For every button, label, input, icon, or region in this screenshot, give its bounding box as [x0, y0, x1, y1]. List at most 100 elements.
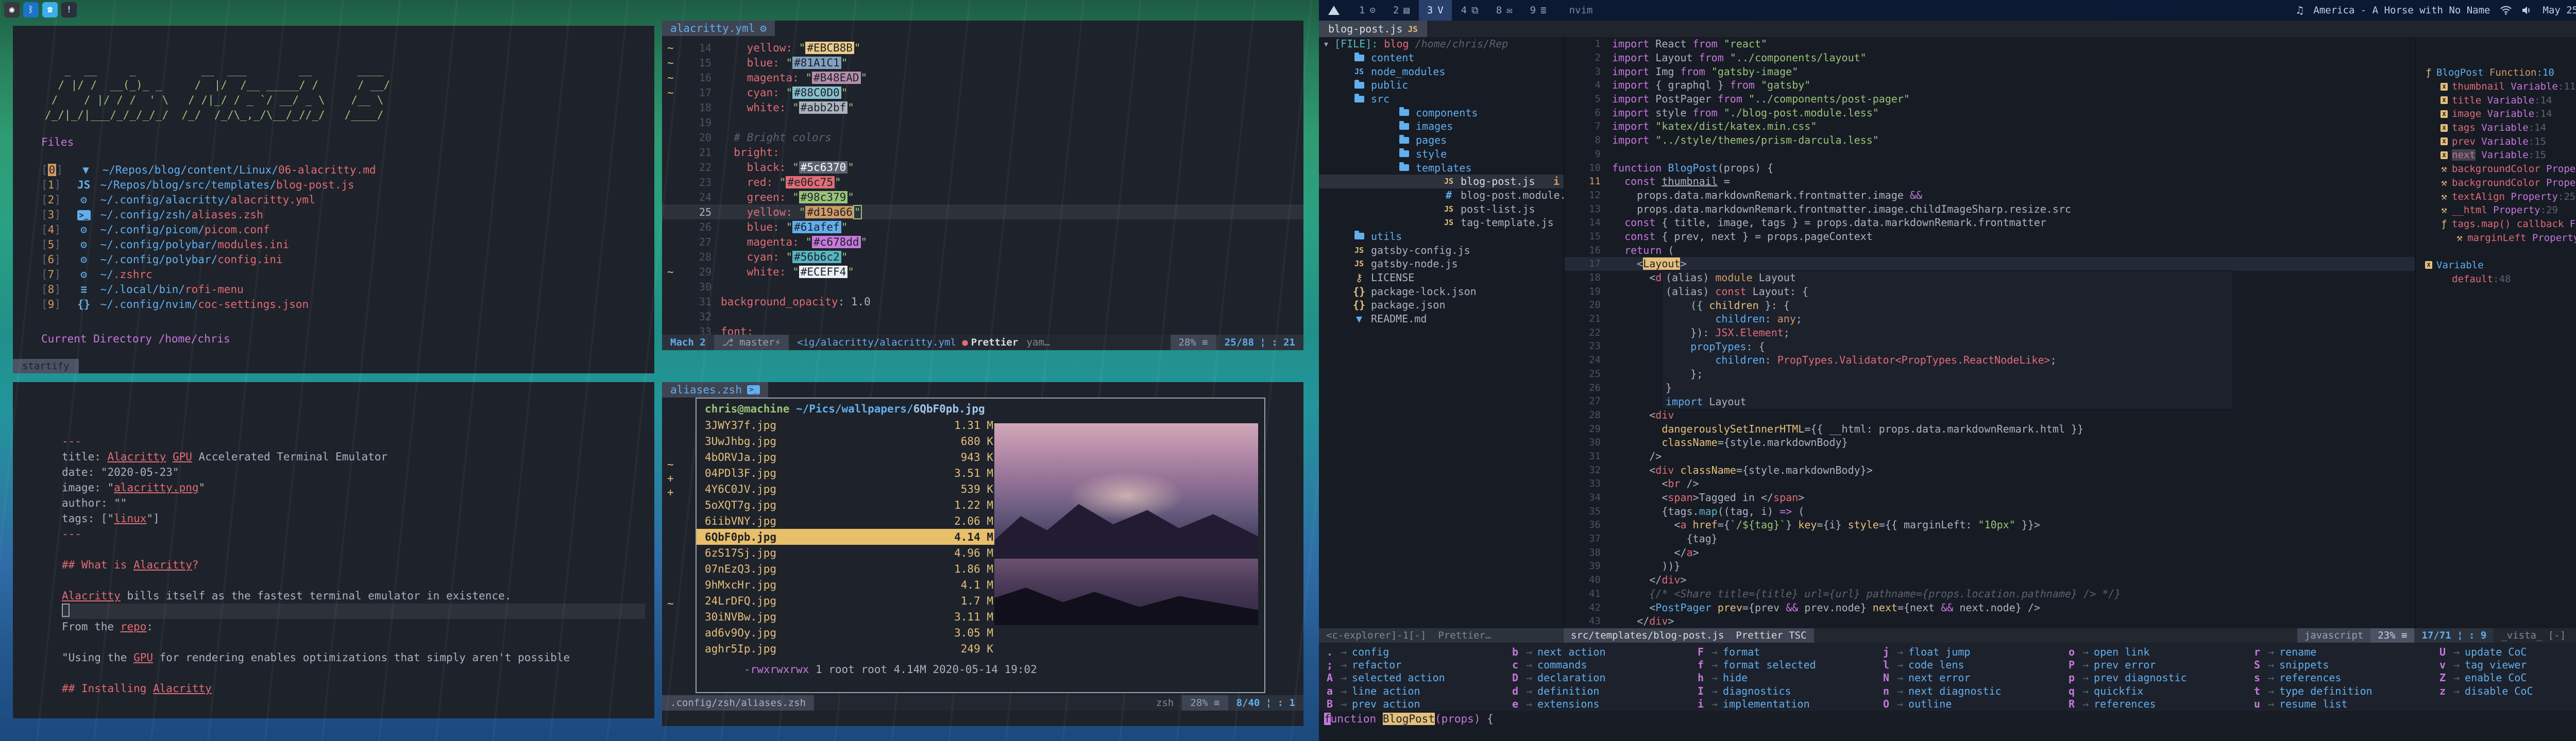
yaml-buffer[interactable]: ~14 yellow: "#EBCB8B"~15 blue: "#81A1C1"… — [662, 38, 1303, 339]
startify-entry[interactable]: [3] >_~/.config/zsh/aliases.zsh — [41, 208, 654, 222]
yaml-line[interactable]: 26 blue: "#61afef" — [662, 219, 1303, 234]
which-key-item-prev-diagnostic[interactable]: p→prev diagnostic — [2066, 671, 2251, 684]
lf-file-row[interactable]: 9hMxcHr.jpg4.1 M — [697, 577, 998, 593]
code-line-7[interactable]: 7import "katex/dist/katex.min.css" — [1565, 119, 2415, 133]
explorer-item-blog-post.module.le[interactable]: #blog-post.module.le — [1319, 188, 1564, 202]
code-line-9[interactable]: 9 — [1565, 147, 2415, 161]
which-key-item-diagnostics[interactable]: I→diagnostics — [1695, 684, 1880, 697]
which-key-item-snippets[interactable]: S→snippets — [2251, 658, 2437, 671]
which-key-item-open-link[interactable]: o→open link — [2066, 645, 2251, 658]
tab-alacritty-yml[interactable]: alacritty.yml ⚙ — [662, 21, 775, 36]
which-key-item-line-action[interactable]: a→line action — [1324, 684, 1510, 697]
explorer-item-node_modules[interactable]: JSnode_modules — [1319, 64, 1564, 78]
code-line-17[interactable]: 17 <Layout> — [1565, 257, 2415, 271]
lf-file-row[interactable]: 6zS17Sj.jpg4.96 M — [697, 545, 998, 561]
bluetooth-tray-icon[interactable]: ᛒ — [23, 2, 39, 18]
workspace-3[interactable]: 3V — [1419, 0, 1452, 21]
which-key-item-commands[interactable]: c→commands — [1510, 658, 1695, 671]
outline-item[interactable]: xVariable — [2416, 259, 2576, 272]
explorer-root-row[interactable]: ▾[FILE]: blog /home/chris/Rep — [1319, 37, 1564, 51]
startify-entry[interactable]: [1] JS~/Repos/blog/src/templates/blog-po… — [41, 178, 654, 193]
code-line-40[interactable]: 40 </div> — [1565, 573, 2415, 587]
code-line-10[interactable]: 10function BlogPost(props) { — [1565, 161, 2415, 175]
outline-item[interactable]: ximage Variable:14 — [2416, 107, 2576, 121]
code-line-43[interactable]: 43 </div> — [1565, 614, 2415, 628]
code-line-6[interactable]: 6import style from "./blog-post.module.l… — [1565, 106, 2415, 119]
yaml-line[interactable]: 30 — [662, 279, 1303, 294]
yaml-line[interactable]: 32 — [662, 309, 1303, 324]
which-key-item-tag-viewer[interactable]: v→tag viewer — [2437, 658, 2576, 671]
discord-tray-icon[interactable]: ◉ — [4, 2, 20, 18]
code-line-31[interactable]: 31 /> — [1565, 450, 2415, 463]
startify-entry[interactable]: [9] {}~/.config/nvim/coc-settings.json — [41, 297, 654, 312]
code-line-33[interactable]: 33 <br /> — [1565, 477, 2415, 491]
code-line-32[interactable]: 32 <div className={style.markdownBody}> — [1565, 463, 2415, 477]
outline-item[interactable]: ⚒__html Property:29 — [2416, 203, 2576, 217]
which-key-item-declaration[interactable]: D→declaration — [1510, 671, 1695, 684]
yaml-line[interactable]: 23 red: "#e06c75" — [662, 175, 1303, 189]
yaml-line[interactable]: 27 magenta: "#c678dd" — [662, 234, 1303, 249]
explorer-item-components[interactable]: components — [1319, 106, 1564, 119]
outline-item[interactable]: ⚒backgroundColor Property — [2416, 162, 2576, 176]
which-key-item-enable-CoC[interactable]: Z→enable CoC — [2437, 671, 2576, 684]
now-playing-label[interactable]: America - A Horse with No Name — [2313, 5, 2490, 16]
explorer-item-templates[interactable]: templates — [1319, 161, 1564, 175]
code-line-14[interactable]: 14 const { title, image, tags } = props.… — [1565, 216, 2415, 230]
explorer-item-public[interactable]: public — [1319, 78, 1564, 92]
yaml-line[interactable]: ~16 magenta: "#B48EAD" — [662, 70, 1303, 85]
explorer-item-tag-template.js[interactable]: JStag-template.js — [1319, 216, 1564, 230]
which-key-item-definition[interactable]: d→definition — [1510, 684, 1695, 697]
code-line-15[interactable]: 15 const { prev, next } = props.pageCont… — [1565, 230, 2415, 244]
explorer-item-src[interactable]: src — [1319, 92, 1564, 106]
code-line-13[interactable]: 13 props.data.markdownRemark.frontmatter… — [1565, 202, 2415, 216]
which-key-item-next-diagnostic[interactable]: n→next diagnostic — [1880, 684, 2066, 697]
startify-entry[interactable]: [0] ▼~/Repos/blog/content/Linux/06-alacr… — [41, 163, 654, 178]
yaml-line[interactable]: ~15 blue: "#81A1C1" — [662, 55, 1303, 70]
code-line-35[interactable]: 35 {tags.map((tag, i) => ( — [1565, 504, 2415, 518]
code-line-34[interactable]: 34 <span>Tagged in </span> — [1565, 491, 2415, 505]
outline-item[interactable]: ⚒textAlign Property:25 — [2416, 189, 2576, 203]
code-line-41[interactable]: 41 {/* <Share title={title} url={url} pa… — [1565, 587, 2415, 601]
workspace-2[interactable]: 2▤ — [1385, 0, 1418, 21]
explorer-item-pages[interactable]: pages — [1319, 133, 1564, 147]
which-key-item-implementation[interactable]: i→implementation — [1695, 698, 1880, 711]
yaml-line[interactable]: 19 — [662, 115, 1303, 130]
which-key-item-resume-list[interactable]: u→resume list — [2251, 698, 2437, 711]
code-line-2[interactable]: 2import Layout from "../components/layou… — [1565, 51, 2415, 65]
workspace-8[interactable]: 8✉ — [1488, 0, 1521, 21]
which-key-item-refactor[interactable]: ;→refactor — [1324, 658, 1510, 671]
alert-tray-icon[interactable]: ! — [61, 2, 77, 18]
which-key-item-hide[interactable]: h→hide — [1695, 671, 1880, 684]
code-line-29[interactable]: 29 dangerouslySetInnerHTML={{ __html: pr… — [1565, 422, 2415, 436]
outline-item[interactable]: xtitle Variable:14 — [2416, 93, 2576, 107]
code-line-16[interactable]: 16 return ( — [1565, 243, 2415, 257]
explorer-item-package-lock.json[interactable]: {}package-lock.json — [1319, 284, 1564, 298]
code-line-30[interactable]: 30 className={style.markdownBody} — [1565, 436, 2415, 450]
code-line-28[interactable]: 28 <div — [1565, 408, 2415, 422]
code-line-5[interactable]: 5import PostPager from "../components/po… — [1565, 92, 2415, 106]
outline-item[interactable]: xnext Variable:15 — [2416, 148, 2576, 162]
lf-file-row[interactable]: 6iibVNY.jpg2.06 M — [697, 513, 998, 529]
lf-file-row[interactable]: ad6v9Oy.jpg3.05 M — [697, 625, 998, 641]
lf-file-row[interactable]: 04PDl3F.jpg3.51 M — [697, 465, 998, 481]
outline-item[interactable]: xthumbnail Variable:11 — [2416, 80, 2576, 94]
code-line-3[interactable]: 3import Img from "gatsby-image" — [1565, 64, 2415, 78]
explorer-item-blog-post.js[interactable]: JSblog-post.jsi — [1319, 175, 1564, 188]
workspace-9[interactable]: 9≣ — [1522, 0, 1555, 21]
yaml-line[interactable]: ~17 cyan: "#88C0D0" — [662, 85, 1303, 100]
code-line-4[interactable]: 4import { graphql } from "gatsby" — [1565, 78, 2415, 92]
explorer-item-package.json[interactable]: {}package.json — [1319, 298, 1564, 312]
lf-file-row[interactable]: 5oXQT7g.jpg1.22 M — [697, 497, 998, 513]
which-key-item-references[interactable]: s→references — [2251, 671, 2437, 684]
which-key-item-prev-error[interactable]: P→prev error — [2066, 658, 2251, 671]
which-key-item-prev-action[interactable]: B→prev action — [1324, 698, 1510, 711]
explorer-item-README.md[interactable]: ▼README.md — [1319, 312, 1564, 326]
code-line-11[interactable]: 11 const thumbnail = — [1565, 175, 2415, 188]
yaml-line[interactable]: 25 yellow: "#d19a66" — [662, 204, 1303, 219]
lf-file-row[interactable]: 3UwJhbg.jpg680 K — [697, 433, 998, 449]
startify-entry[interactable]: [6] ⚙~/.config/polybar/config.ini — [41, 252, 654, 267]
which-key-item-quickfix[interactable]: q→quickfix — [2066, 684, 2251, 697]
code-line-42[interactable]: 42 <PostPager prev={prev && prev.node} n… — [1565, 600, 2415, 614]
startify-entry[interactable]: [5] ⚙~/.config/polybar/modules.ini — [41, 237, 654, 252]
which-key-item-next-action[interactable]: b→next action — [1510, 645, 1695, 658]
